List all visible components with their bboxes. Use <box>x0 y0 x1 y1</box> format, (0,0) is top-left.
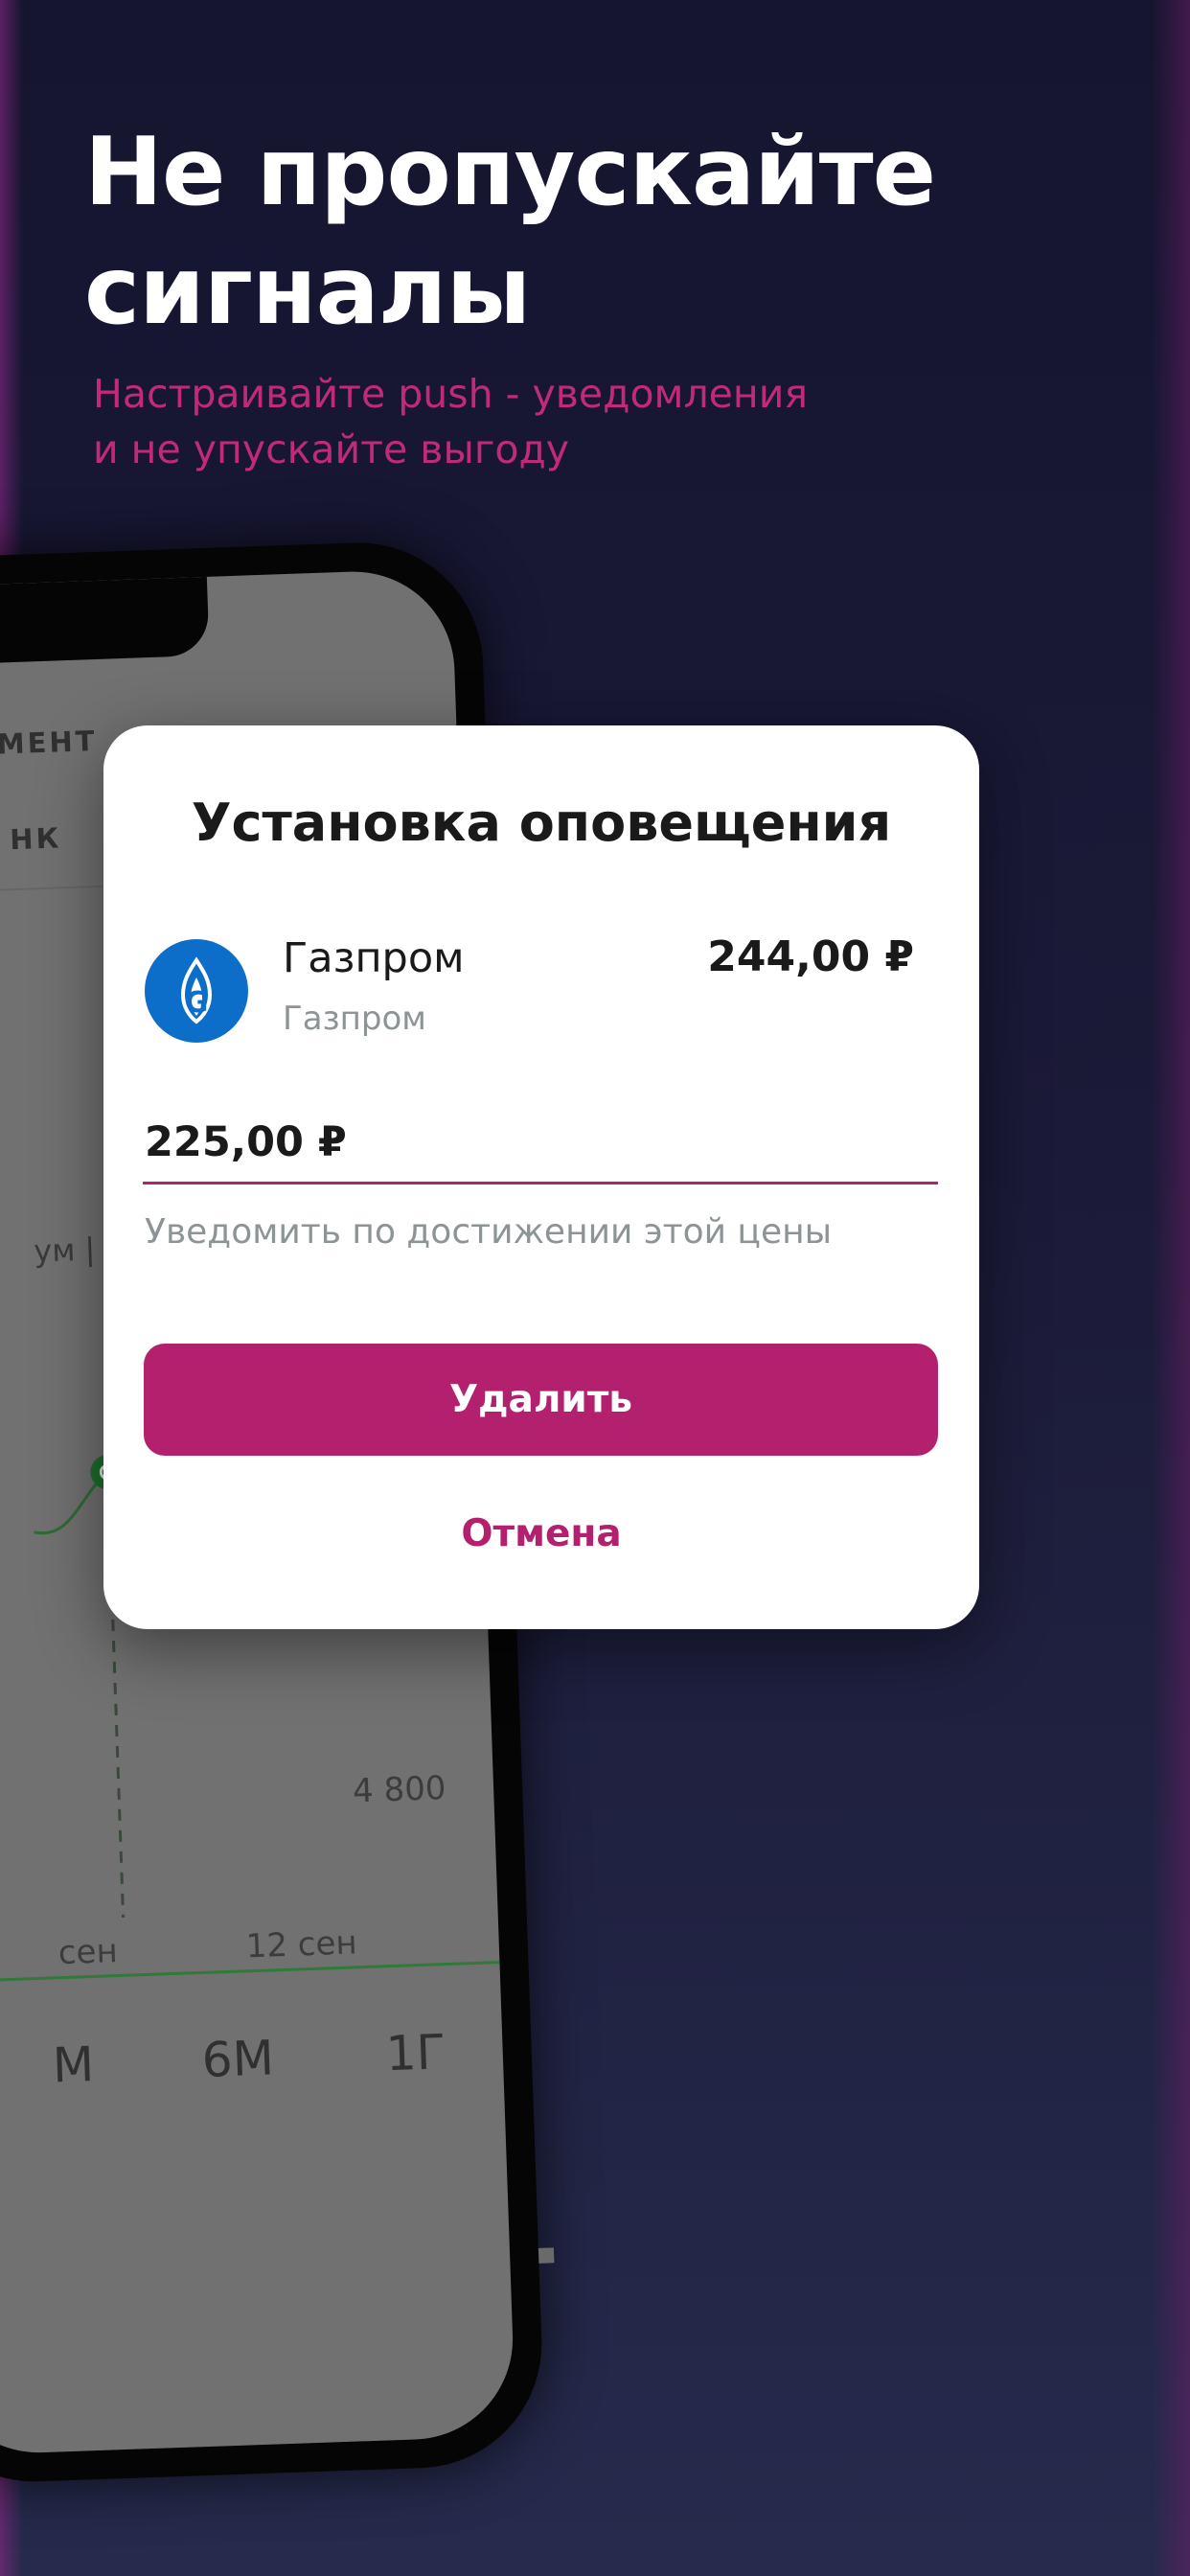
phone-period-m: М <box>51 2036 96 2094</box>
subline-line-1: Настраивайте push - уведомления <box>93 371 809 417</box>
phone-date-2: 12 сен <box>245 1923 358 1966</box>
target-price-hint: Уведомить по достижении этой цены <box>145 1212 833 1252</box>
instrument-price: 244,00 ₽ <box>707 932 914 981</box>
alert-dialog: Установка оповещения G Газпром Газпром 2… <box>103 725 979 1629</box>
phone-period-1y: 1Г <box>384 2024 447 2082</box>
right-glow <box>1152 0 1190 2576</box>
gazprom-logo-icon: G <box>145 939 248 1043</box>
delete-button[interactable]: Удалить <box>144 1344 938 1456</box>
phone-price-level: 4 800 <box>352 1768 447 1811</box>
svg-text:G: G <box>185 986 209 1020</box>
phone-date-1: сен <box>57 1932 119 1973</box>
promo-headline: Не пропускайте сигналы <box>84 113 936 351</box>
promo-subline: Настраивайте push - уведомления и не упу… <box>93 366 955 477</box>
instrument-subtitle: Газпром <box>283 1000 426 1038</box>
headline-line-1: Не пропускайте <box>84 118 936 227</box>
headline-line-2: сигналы <box>84 237 531 346</box>
gazprom-flame-icon: G <box>180 956 213 1024</box>
dialog-title: Установка оповещения <box>191 793 892 853</box>
phone-side-button <box>538 2247 555 2264</box>
instrument-name: Газпром <box>283 934 465 982</box>
target-price-input[interactable] <box>143 1109 938 1184</box>
cancel-button[interactable]: Отмена <box>103 1511 979 1556</box>
subline-line-2: и не упускайте выгоду <box>93 426 570 472</box>
phone-period-6m: 6М <box>200 2030 275 2088</box>
